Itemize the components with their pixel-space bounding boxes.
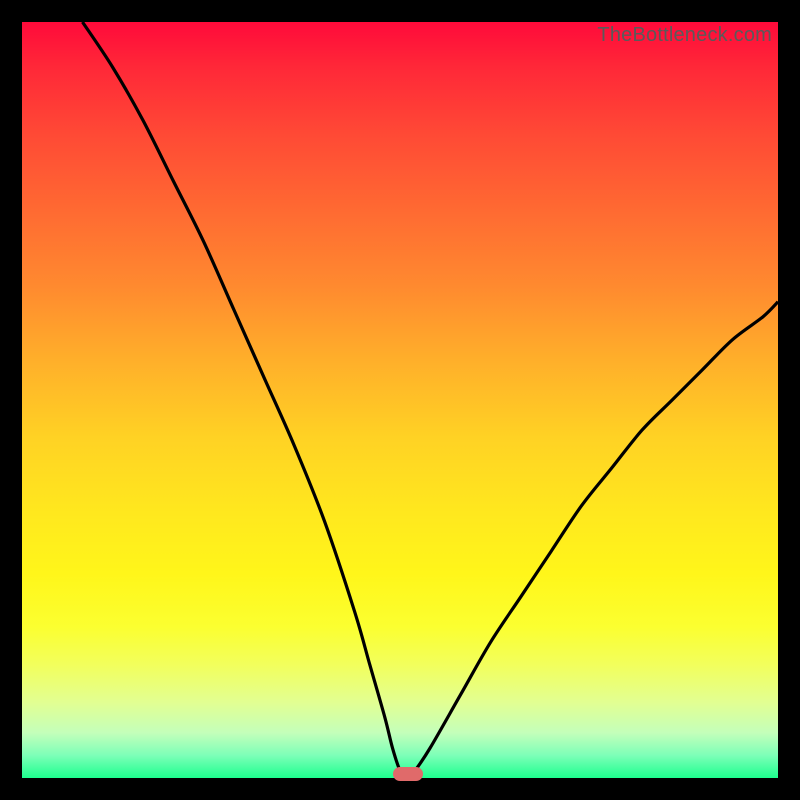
optimal-point-marker xyxy=(393,767,423,781)
bottleneck-curve xyxy=(22,22,778,778)
chart-frame: TheBottleneck.com xyxy=(0,0,800,800)
curve-path xyxy=(82,22,778,778)
plot-area: TheBottleneck.com xyxy=(22,22,778,778)
